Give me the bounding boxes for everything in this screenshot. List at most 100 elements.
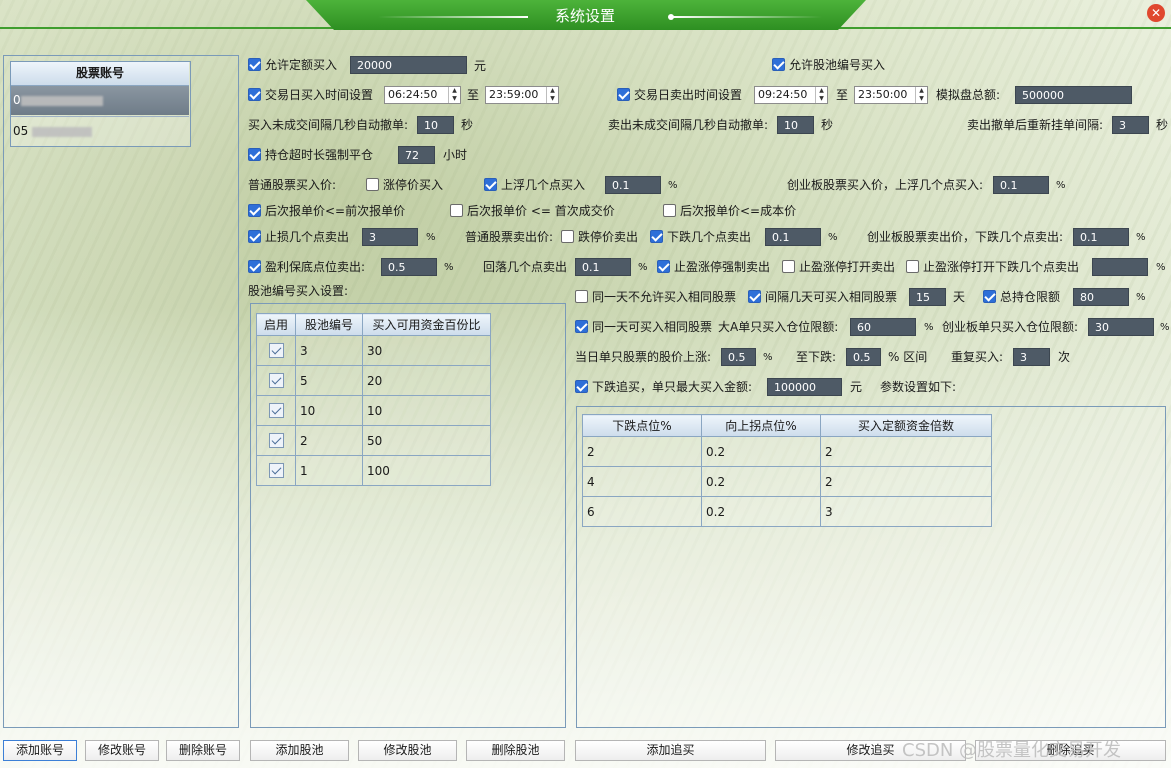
sim-total-input[interactable]: 500000 [1015,86,1132,104]
resubmit-input[interactable]: 3 [1112,116,1149,134]
gem-buy-unit: % [1056,180,1066,191]
mult-cell: 2 [820,466,992,497]
next-le-first-checkbox[interactable] [450,204,463,217]
account-row-selected[interactable]: 0 [11,86,189,115]
profit-floor-input[interactable]: 0.5 [381,258,437,276]
float-up-buy-checkbox[interactable] [484,178,497,191]
buy-cancel-input[interactable]: 10 [417,116,454,134]
repeat-buy-label: 重复买入: [951,350,1004,364]
table-row[interactable]: 3 30 [256,335,491,366]
title-dot-icon [668,14,674,20]
add-chase-button[interactable]: 添加追买 [575,740,766,761]
enable-checkbox[interactable] [268,433,284,448]
column-header[interactable]: 下跌点位% [582,414,702,437]
gem-sell-input[interactable]: 0.1 [1073,228,1129,246]
buy-time-checkbox[interactable] [248,88,261,101]
interval-days-input[interactable]: 15 [909,288,946,306]
enable-checkbox[interactable] [268,343,284,358]
limit-up-open-drop-input[interactable] [1092,258,1148,276]
limit-up-force-checkbox[interactable] [657,260,670,273]
edit-pool-button[interactable]: 修改股池 [358,740,457,761]
a-single-limit-input[interactable]: 60 [850,318,916,336]
gem-single-limit-input[interactable]: 30 [1088,318,1154,336]
turn-cell: 0.2 [701,466,821,497]
allow-pool-buy-checkbox[interactable] [772,58,785,71]
limit-up-open-checkbox[interactable] [782,260,795,273]
float-up-buy-input[interactable]: 0.1 [605,176,661,194]
limit-up-buy-checkbox[interactable] [366,178,379,191]
table-row[interactable]: 2 50 [256,425,491,456]
spinner-icon[interactable]: ▲ ▼ [546,87,558,103]
column-header[interactable]: 向上拐点位% [701,414,821,437]
buy-end-time-input[interactable]: 23:59:00 ▲ ▼ [485,86,559,104]
sell-cancel-input[interactable]: 10 [777,116,814,134]
time-value: 09:24:50 [758,88,808,101]
spinner-icon[interactable]: ▲ ▼ [915,87,927,103]
drop-sell-input[interactable]: 0.1 [765,228,821,246]
table-row[interactable]: 6 0.2 3 [582,496,992,527]
title-line-right [672,16,822,18]
buy-time-label: 交易日买入时间设置 [265,88,374,102]
sell-cancel-label: 卖出未成交间隔几秒自动撤单: [608,118,769,132]
table-row[interactable]: 5 20 [256,365,491,396]
enable-checkbox[interactable] [268,403,284,418]
delete-account-button[interactable]: 删除账号 [166,740,240,761]
enable-checkbox[interactable] [268,463,284,478]
add-pool-button[interactable]: 添加股池 [250,740,349,761]
chase-amount-input[interactable]: 100000 [767,378,842,396]
profit-floor-checkbox[interactable] [248,260,261,273]
sell-time-checkbox[interactable] [617,88,630,101]
price-up-label: 当日单只股票的股价上涨: [575,350,712,364]
repeat-buy-input[interactable]: 3 [1013,348,1050,366]
price-down-input[interactable]: 0.5 [846,348,881,366]
next-le-cost-checkbox[interactable] [663,204,676,217]
sell-end-time-input[interactable]: 23:50:00 ▲ ▼ [854,86,928,104]
close-button[interactable]: ✕ [1147,4,1165,22]
pool-id-cell: 1 [295,455,363,486]
drop-sell-label: 下跌几个点卖出 [667,230,752,244]
total-limit-input[interactable]: 80 [1073,288,1129,306]
add-account-button[interactable]: 添加账号 [3,740,77,761]
spinner-icon[interactable]: ▲ ▼ [815,87,827,103]
delete-pool-button[interactable]: 删除股池 [466,740,565,761]
interval-days-checkbox[interactable] [748,290,761,303]
pool-percent-cell: 10 [362,395,491,426]
hold-timeout-input[interactable]: 72 [398,146,435,164]
stop-loss-checkbox[interactable] [248,230,261,243]
buy-start-time-input[interactable]: 06:24:50 ▲ ▼ [384,86,461,104]
same-day-repeat-checkbox[interactable] [575,320,588,333]
sell-time-label: 交易日卖出时间设置 [634,88,743,102]
stop-loss-input[interactable]: 3 [362,228,418,246]
pool-id-cell: 5 [295,365,363,396]
buy-time-to: 至 [467,88,480,102]
column-header[interactable]: 买入定额资金倍数 [820,414,992,437]
table-row[interactable]: 2 0.2 2 [582,436,992,467]
limit-up-buy-label: 涨停价买入 [383,178,444,192]
next-le-prev-checkbox[interactable] [248,204,261,217]
gem-buy-input[interactable]: 0.1 [993,176,1049,194]
account-row[interactable]: 05 [11,116,189,145]
spinner-icon[interactable]: ▲ ▼ [448,87,460,103]
price-up-input[interactable]: 0.5 [721,348,756,366]
limit-up-open-drop-checkbox[interactable] [906,260,919,273]
hold-timeout-checkbox[interactable] [248,148,261,161]
sell-start-time-input[interactable]: 09:24:50 ▲ ▼ [754,86,828,104]
pullback-input[interactable]: 0.1 [575,258,631,276]
chase-checkbox[interactable] [575,380,588,393]
limit-up-open-drop-unit: % [1156,262,1166,273]
column-header[interactable]: 买入可用资金百份比 [362,313,491,336]
edit-account-button[interactable]: 修改账号 [85,740,159,761]
column-header[interactable]: 启用 [256,313,296,336]
total-limit-checkbox[interactable] [983,290,996,303]
column-header[interactable]: 股池编号 [295,313,363,336]
fixed-amount-input[interactable]: 20000 [350,56,467,74]
same-day-no-repeat-checkbox[interactable] [575,290,588,303]
drop-sell-checkbox[interactable] [650,230,663,243]
table-row[interactable]: 1 100 [256,455,491,486]
allow-fixed-amount-checkbox[interactable] [248,58,261,71]
limit-down-sell-checkbox[interactable] [561,230,574,243]
enable-checkbox[interactable] [268,373,284,388]
table-row[interactable]: 4 0.2 2 [582,466,992,497]
float-up-buy-unit: % [668,180,678,191]
table-row[interactable]: 10 10 [256,395,491,426]
